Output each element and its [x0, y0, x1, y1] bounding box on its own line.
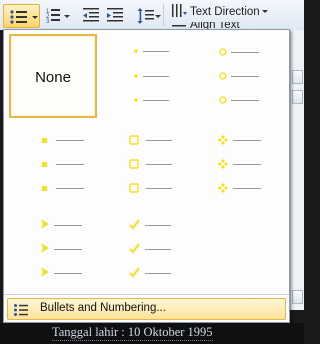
bullet-style-hollow-square[interactable] [102, 120, 190, 204]
four-diamond-bullet-icon [218, 135, 261, 193]
bullet-style-hollow-circle[interactable] [194, 34, 282, 118]
numbering-button[interactable]: 1 2 3 [44, 5, 72, 27]
bullets-and-numbering-label: Bullets and Numbering... [40, 302, 166, 314]
filled-square-bullet-icon [42, 138, 84, 191]
numbering-icon: 1 2 3 [46, 9, 70, 25]
bullets-split-button[interactable] [3, 4, 40, 28]
hollow-circle-bullet-icon [219, 48, 259, 104]
bullet-style-arrowhead[interactable] [9, 206, 97, 290]
bullet-style-checkmark[interactable] [102, 206, 190, 290]
text-direction-label: Text Direction [190, 6, 260, 18]
increase-indent-icon [107, 8, 123, 22]
document-area: Tanggal lahir : 10 Oktober 1995 [0, 323, 304, 344]
vertical-scrollbar[interactable] [290, 30, 304, 310]
bullet-style-small-dot[interactable] [102, 34, 190, 118]
document-text-line: Tanggal lahir : 10 Oktober 1995 [52, 325, 213, 341]
scroll-down-button[interactable] [292, 290, 303, 304]
arrowhead-bullet-icon [41, 219, 82, 277]
checkmark-bullet-icon [129, 219, 171, 278]
bullets-list-icon [14, 304, 28, 316]
text-direction-icon [172, 4, 187, 17]
svg-text:3: 3 [46, 19, 50, 25]
bullet-library-dropdown: None Bullets and Numbering... [3, 29, 290, 323]
line-spacing-icon [137, 8, 161, 24]
ribbon-paragraph-group: 1 2 3 Text Direction Align Text [0, 0, 304, 31]
decrease-indent-button[interactable] [80, 5, 102, 27]
menu-separator [4, 294, 289, 295]
ribbon-divider [163, 4, 164, 26]
increase-indent-button[interactable] [104, 5, 126, 27]
bullet-style-filled-square[interactable] [9, 120, 97, 204]
bullets-icon [10, 10, 38, 24]
decrease-indent-icon [83, 8, 99, 22]
chevron-down-icon [262, 10, 268, 13]
line-spacing-button[interactable] [136, 5, 162, 27]
bullets-and-numbering-menu-item[interactable]: Bullets and Numbering... [7, 298, 286, 320]
bullet-style-four-diamond[interactable] [194, 120, 282, 204]
bullet-none-label: None [35, 69, 71, 86]
small-dot-bullet-icon [134, 49, 169, 102]
hollow-square-bullet-icon [129, 135, 172, 193]
scroll-page-button[interactable] [292, 90, 303, 104]
bullet-library-grid: None [4, 30, 289, 295]
scroll-up-button[interactable] [292, 70, 303, 84]
bullet-style-none[interactable]: None [9, 34, 97, 118]
